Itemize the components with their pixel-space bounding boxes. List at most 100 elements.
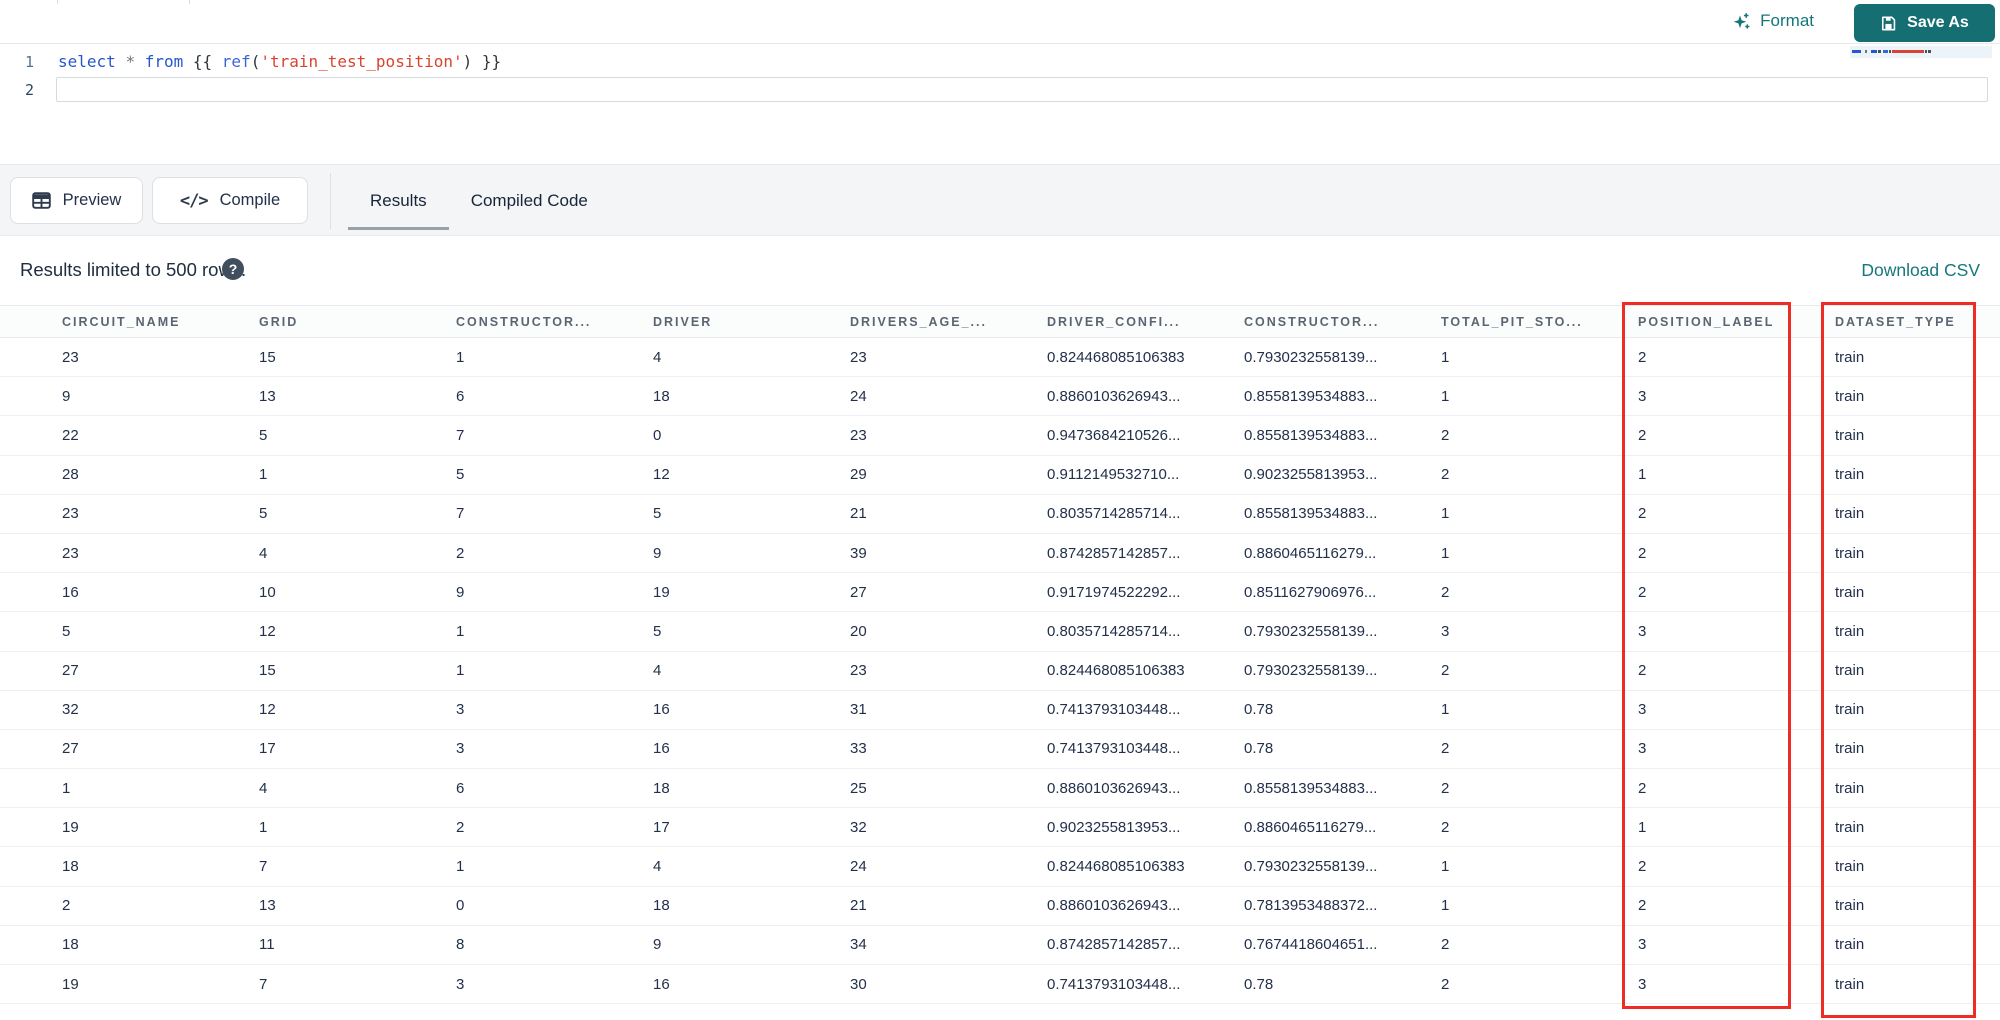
table-cell: 23 — [850, 426, 867, 444]
table-cell: 0.824468085106383 — [1047, 348, 1185, 366]
table-cell: 1 — [456, 858, 465, 876]
current-line-highlight — [56, 77, 1988, 102]
table-cell: 31 — [850, 701, 867, 719]
table-cell: 15 — [259, 348, 276, 366]
table-cell: train — [1835, 466, 1865, 484]
table-cell: 11 — [259, 936, 275, 954]
table-cell: 2 — [1638, 505, 1647, 523]
table-cell: 1 — [456, 662, 465, 680]
table-icon — [31, 192, 51, 209]
table-cell: 32 — [850, 818, 867, 836]
table-cell: 2 — [1638, 426, 1647, 444]
table-cell: train — [1835, 583, 1865, 601]
column-header: DRIVER_CONFI... — [1047, 314, 1181, 329]
table-cell: 23 — [62, 505, 79, 523]
table-cell: 0.8860465116279... — [1244, 544, 1377, 562]
table-cell: train — [1835, 348, 1865, 366]
table-cell: 13 — [259, 897, 276, 915]
toolbar-divider — [330, 173, 331, 229]
table-cell: 18 — [62, 936, 79, 954]
table-cell: 4 — [259, 544, 268, 562]
table-cell: 9 — [456, 583, 465, 601]
table-row: 32 12 3 16 31 0.7413793103448... 0.78 1 3 train — [0, 690, 2000, 730]
table-row: 18 7 1 4 24 0.824468085106383 0.7930232558139.… — [0, 847, 2000, 887]
table-row: 23 5 7 5 21 0.8035714285714... 0.8558139534883… — [0, 494, 2000, 534]
table-row: 5 12 1 5 20 0.8035714285714... 0.7930232558139… — [0, 612, 2000, 652]
column-header: POSITION_LABEL — [1638, 314, 1775, 329]
table-cell: train — [1835, 505, 1865, 523]
table-cell: 0.8742857142857... — [1047, 936, 1181, 954]
download-csv-link[interactable]: Download CSV — [1861, 260, 1980, 281]
table-cell: 0.7930232558139... — [1244, 662, 1378, 680]
table-cell: 2 — [1638, 348, 1647, 366]
table-cell: 0.824468085106383 — [1047, 858, 1185, 876]
table-cell: train — [1835, 662, 1865, 680]
tab-results[interactable]: Results — [348, 165, 449, 237]
table-row: 1 4 6 18 25 0.8860103626943... 0.8558139534883… — [0, 769, 2000, 809]
table-row: 2 13 0 18 21 0.8860103626943... 0.781395348837… — [0, 886, 2000, 926]
table-cell: 1 — [1441, 544, 1450, 562]
column-header: DRIVER — [653, 314, 713, 329]
table-cell: 28 — [62, 466, 79, 484]
editor-line[interactable]: 2 — [0, 77, 2000, 102]
format-label: Format — [1760, 11, 1814, 30]
format-button[interactable]: Format — [1732, 11, 1814, 31]
editor-line[interactable]: 1 select * from {{ ref('train_test_positi… — [0, 50, 2000, 74]
column-header: DRIVERS_AGE_... — [850, 314, 987, 329]
compile-label: Compile — [219, 191, 281, 209]
table-cell: 24 — [850, 858, 867, 876]
table-cell: 2 — [1441, 466, 1450, 484]
table-row: 23 4 2 9 39 0.8742857142857... 0.8860465116279… — [0, 533, 2000, 574]
table-cell: 5 — [259, 426, 268, 444]
table-cell: 9 — [653, 936, 662, 954]
table-cell: 22 — [62, 426, 79, 444]
table-cell: 0.8035714285714... — [1047, 505, 1181, 523]
code-line[interactable]: select * from {{ ref('train_test_positio… — [58, 50, 501, 74]
table-row: 19 1 2 17 32 0.9023255813953... 0.886046511627… — [0, 808, 2000, 848]
editor-minimap[interactable] — [1850, 46, 1992, 58]
sql-editor[interactable]: 1 select * from {{ ref('train_test_positi… — [0, 44, 2000, 164]
table-cell: 2 — [1441, 936, 1450, 954]
table-cell: train — [1835, 426, 1865, 444]
compile-button[interactable]: </> Compile — [152, 177, 308, 224]
table-cell: 0.8860103626943... — [1047, 779, 1181, 797]
table-cell: 16 — [62, 583, 79, 601]
table-cell: 19 — [62, 975, 79, 993]
table-cell: 2 — [1441, 740, 1450, 758]
table-cell: 0.78 — [1244, 740, 1274, 758]
results-limit-text: Results limited to 500 rows. — [20, 259, 247, 280]
table-cell: 7 — [456, 505, 465, 523]
table-cell: 2 — [1638, 897, 1647, 915]
table-cell: 5 — [653, 622, 662, 640]
table-cell: 0.78 — [1244, 975, 1274, 993]
table-cell: 2 — [62, 897, 71, 915]
table-cell: 19 — [62, 818, 79, 836]
table-cell: 0.8035714285714... — [1047, 622, 1181, 640]
help-icon[interactable]: ? — [222, 258, 244, 280]
table-cell: 0.8860103626943... — [1047, 897, 1181, 915]
table-cell: 23 — [62, 544, 79, 562]
table-header-row: CIRCUIT_NAME GRID CONSTRUCTOR... DRIVER DRIV… — [0, 305, 2000, 338]
save-as-button[interactable]: Save As — [1854, 4, 1995, 42]
table-cell: train — [1835, 387, 1865, 405]
table-cell: 0.7813953488372... — [1244, 897, 1378, 915]
table-cell: 5 — [456, 466, 465, 484]
table-cell: 0.8558139534883... — [1244, 387, 1378, 405]
table-cell: 6 — [456, 387, 465, 405]
table-cell: train — [1835, 740, 1865, 758]
table-cell: 8 — [456, 936, 465, 954]
table-cell: 0.9023255813953... — [1047, 818, 1181, 836]
table-cell: train — [1835, 936, 1865, 954]
table-cell: 5 — [259, 505, 268, 523]
table-cell: 2 — [1441, 426, 1450, 444]
table-cell: 0.7930232558139... — [1244, 858, 1378, 876]
preview-button[interactable]: Preview — [10, 177, 143, 224]
table-row: 27 17 3 16 33 0.7413793103448... 0.78 2 3 train — [0, 729, 2000, 770]
table-cell: 33 — [850, 740, 867, 758]
sql-ide-window: Format Save As 1 select * from {{ ref('tr… — [0, 0, 2000, 1020]
table-cell: 0.8860465116279... — [1244, 818, 1377, 836]
table-cell: 2 — [1638, 662, 1647, 680]
table-cell: 4 — [653, 662, 662, 680]
table-cell: train — [1835, 975, 1865, 993]
tab-compiled-code[interactable]: Compiled Code — [449, 165, 610, 237]
